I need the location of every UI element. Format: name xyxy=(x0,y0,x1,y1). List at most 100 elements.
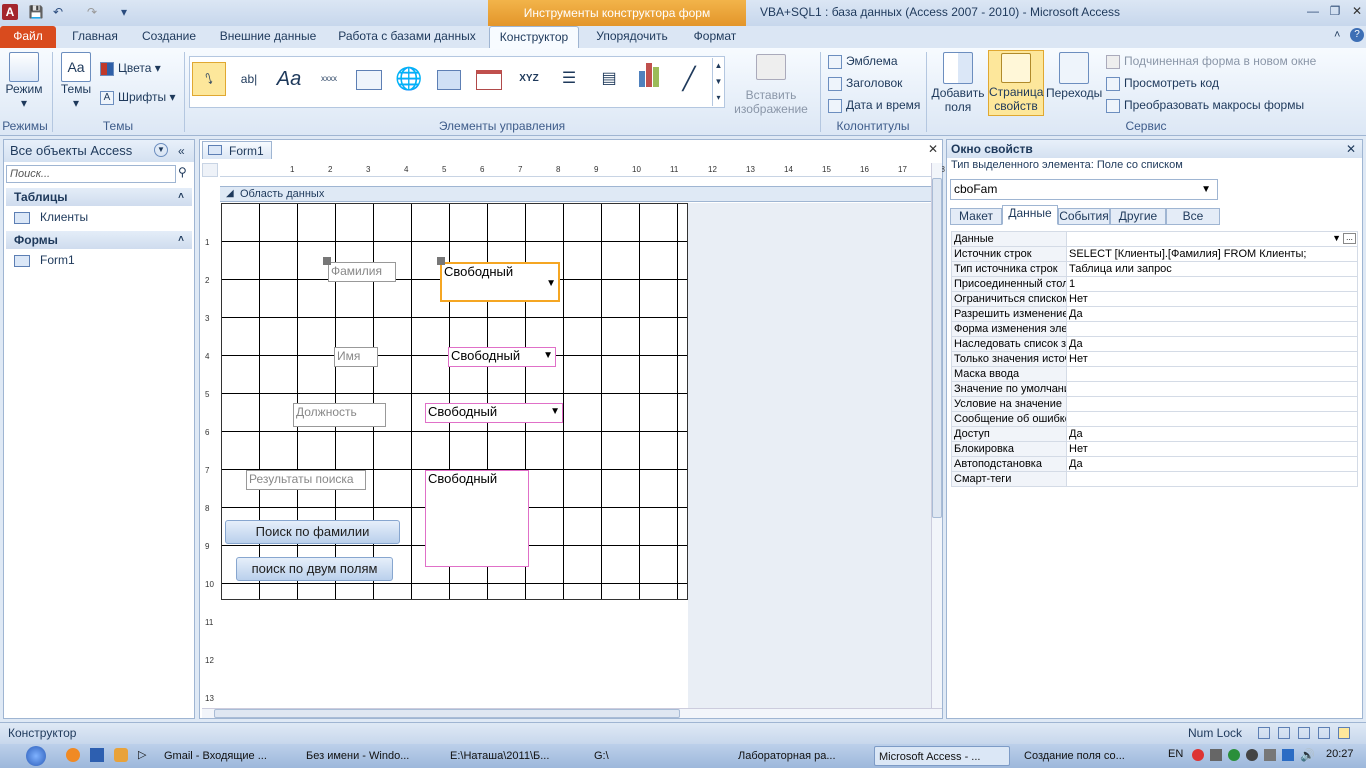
date-time-button[interactable]: Дата и время xyxy=(828,98,920,113)
property-value[interactable]: ▼... xyxy=(1066,231,1358,247)
chart-control-icon[interactable] xyxy=(632,62,666,96)
property-row[interactable]: Только значения источника строкНет xyxy=(951,351,1358,367)
tab-create[interactable]: Создание xyxy=(134,26,204,48)
property-value[interactable]: Нет xyxy=(1066,291,1358,307)
customize-qat-icon[interactable]: ▾ xyxy=(116,4,132,20)
subform-new-window-button[interactable]: Подчиненная форма в новом окне xyxy=(1106,54,1316,69)
tab-design[interactable]: Конструктор xyxy=(489,26,579,48)
label-familia[interactable]: Фамилия xyxy=(328,262,396,282)
button-control-icon[interactable]: xxxx xyxy=(312,62,346,96)
horizontal-scrollbar[interactable] xyxy=(202,708,942,718)
property-row[interactable]: Блокировка Нет xyxy=(951,441,1358,457)
label-results[interactable]: Результаты поиска xyxy=(246,470,366,490)
design-view-icon[interactable] xyxy=(1338,727,1350,739)
prop-tab-data[interactable]: Данные xyxy=(1002,205,1058,225)
nav-group-forms[interactable]: Формы ˄ xyxy=(6,231,192,249)
convert-macros-button[interactable]: Преобразовать макросы формы xyxy=(1106,98,1304,113)
network-icon[interactable] xyxy=(1264,749,1276,761)
nav-group-tables[interactable]: Таблицы ˄ xyxy=(6,188,192,206)
selected-control-combo[interactable]: cboFam ▼ xyxy=(950,179,1218,200)
search-two-fields-button[interactable]: поиск по двум полям xyxy=(236,557,393,581)
add-fields-button[interactable]: Добавить поля xyxy=(930,52,986,114)
prop-tab-events[interactable]: События xyxy=(1058,208,1110,225)
layout-view-icon[interactable] xyxy=(1298,727,1310,739)
label-dolzhnost[interactable]: Должность xyxy=(293,403,386,427)
property-row[interactable]: Значение по умолчанию xyxy=(951,381,1358,397)
task-paint[interactable]: Без имени - Windo... xyxy=(302,746,438,766)
gallery-scroll[interactable]: ▲ ▼ ▾ xyxy=(712,58,724,106)
property-row[interactable]: Условие на значение xyxy=(951,396,1358,412)
property-row[interactable]: Присоединенный столбец1 xyxy=(951,276,1358,292)
property-value[interactable]: Да xyxy=(1066,336,1358,352)
builder-icon[interactable]: ... xyxy=(1343,233,1356,244)
option-group-icon[interactable]: XYZ xyxy=(512,62,546,96)
tab-database-tools[interactable]: Работа с базами данных xyxy=(332,26,482,48)
cbo-imya[interactable]: Свободный ▼ xyxy=(448,347,556,367)
minimize-ribbon-icon[interactable]: ˄ xyxy=(1334,29,1340,41)
vertical-scrollbar[interactable] xyxy=(931,163,942,708)
tab-arrange[interactable]: Упорядочить xyxy=(584,26,680,48)
search-icon[interactable]: ⚲ xyxy=(178,165,187,179)
move-handle[interactable] xyxy=(323,257,331,265)
web-browser-control-icon[interactable] xyxy=(432,62,466,96)
detail-section-bar[interactable]: ◢ Область данных xyxy=(220,186,938,202)
undo-icon[interactable]: ↶ xyxy=(50,4,66,20)
pinned-app-icon[interactable] xyxy=(114,748,128,762)
close-window-icon[interactable]: ✕ xyxy=(1344,2,1366,20)
prop-tab-layout[interactable]: Макет xyxy=(950,208,1002,225)
colors-button[interactable]: Цвета ▾ xyxy=(100,61,161,76)
property-row[interactable]: Ограничиться списком Нет xyxy=(951,291,1358,307)
property-row[interactable]: Доступ Да xyxy=(951,426,1358,442)
nav-search-input[interactable]: Поиск... xyxy=(6,165,176,183)
navigation-control-icon[interactable] xyxy=(472,62,506,96)
tab-home[interactable]: Главная xyxy=(62,26,128,48)
form-view-icon[interactable] xyxy=(1258,727,1270,739)
select-pointer-icon[interactable]: ⭛ xyxy=(192,62,226,96)
cbo-familia[interactable]: Свободный ▼ xyxy=(440,262,560,302)
start-icon[interactable] xyxy=(26,746,46,766)
property-value[interactable]: Да xyxy=(1066,306,1358,322)
hyperlink-control-icon[interactable]: 🌐 xyxy=(392,62,426,96)
save-icon[interactable]: 💾 xyxy=(28,4,44,20)
property-row[interactable]: Маска ввода xyxy=(951,366,1358,382)
property-value[interactable]: Таблица или запрос xyxy=(1066,261,1358,277)
textbox-control-icon[interactable]: ab| xyxy=(232,62,266,96)
tray-icon[interactable] xyxy=(1282,749,1294,761)
label-imya[interactable]: Имя xyxy=(334,347,378,367)
tray-icon[interactable] xyxy=(1192,749,1204,761)
tray-icon[interactable] xyxy=(1228,749,1240,761)
task-word-create[interactable]: Создание поля со... xyxy=(1020,746,1150,766)
select-form-box[interactable] xyxy=(202,163,218,177)
property-value[interactable]: SELECT [Клиенты].[Фамилия] FROM Клиенты; xyxy=(1066,246,1358,262)
property-value[interactable] xyxy=(1066,396,1358,412)
view-mode-button[interactable]: Режим ▾ xyxy=(4,52,44,110)
tray-icon[interactable] xyxy=(1246,749,1258,761)
page-break-icon[interactable]: ☰ xyxy=(552,62,586,96)
property-row[interactable]: Наследовать список значенийДа xyxy=(951,336,1358,352)
property-row[interactable]: Тип источника строк Таблица или запрос xyxy=(951,261,1358,277)
task-access[interactable]: Microsoft Access - ... xyxy=(874,746,1010,766)
logo-button[interactable]: Эмблема xyxy=(828,54,898,69)
prop-tab-all[interactable]: Все xyxy=(1166,208,1220,225)
property-row[interactable]: Форма изменения элементов списка xyxy=(951,321,1358,337)
save-icon[interactable] xyxy=(90,748,104,762)
themes-button[interactable]: Aa Темы ▾ xyxy=(58,52,94,110)
nav-item-form1[interactable]: Form1 xyxy=(14,252,75,268)
property-value[interactable]: Да xyxy=(1066,456,1358,472)
fonts-button[interactable]: A Шрифты ▾ xyxy=(100,90,175,105)
property-value[interactable]: Нет xyxy=(1066,441,1358,457)
close-doc-icon[interactable]: ✕ xyxy=(928,142,938,156)
property-value[interactable] xyxy=(1066,381,1358,397)
property-value[interactable] xyxy=(1066,366,1358,382)
view-code-button[interactable]: Просмотреть код xyxy=(1106,76,1219,91)
property-value[interactable] xyxy=(1066,471,1358,487)
nav-header[interactable]: Все объекты Access ▼ « xyxy=(4,140,194,162)
nav-collapse-icon[interactable]: « xyxy=(178,140,185,162)
property-row[interactable]: Разрешить изменение спискаДа xyxy=(951,306,1358,322)
prop-tab-other[interactable]: Другие xyxy=(1110,208,1166,225)
access-app-icon[interactable]: A xyxy=(2,4,18,20)
task-explorer-g[interactable]: G:\ xyxy=(590,746,720,766)
combo-box-control-icon[interactable]: ▤ xyxy=(592,62,626,96)
title-button[interactable]: Заголовок xyxy=(828,76,902,91)
property-row[interactable]: Автоподстановка Да xyxy=(951,456,1358,472)
